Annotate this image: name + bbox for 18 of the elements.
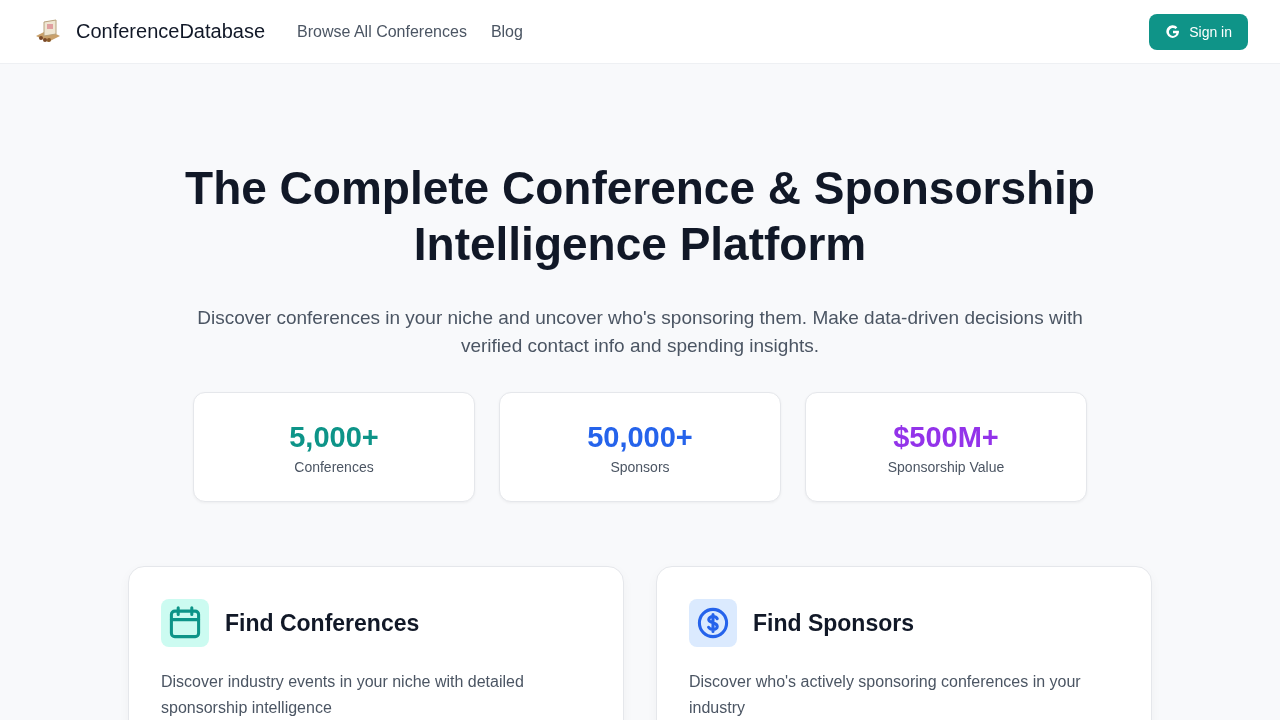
stat-label: Sponsors	[610, 459, 670, 475]
feature-description: Discover who's actively sponsoring conferences in your industry	[689, 672, 1082, 718]
hero-title: The Complete Conference & Sponsorship Intelligence Platform	[184, 161, 1096, 272]
hero-subtitle: Discover conferences in your niche and uncover who's sponsoring them. Make data-driven decisions with verified contact info and spending insights.	[196, 306, 1084, 358]
stat-value: 5,000+	[289, 420, 379, 455]
stat-value: 50,000+	[587, 420, 693, 455]
stat-label: Conferences	[294, 459, 374, 475]
sign-in-button[interactable]: Sign in	[1149, 13, 1248, 50]
stat-value: $500M+	[893, 420, 999, 455]
calendar-icon	[161, 599, 209, 647]
feature-title: Find Sponsors	[753, 609, 914, 637]
nav-link[interactable]: Blog	[490, 22, 523, 41]
brand-link[interactable]: ConferenceDatabase	[76, 20, 265, 43]
google-g-icon	[1165, 23, 1182, 40]
feature-title: Find Conferences	[225, 609, 420, 637]
feature-description: Discover industry events in your niche with detailed sponsorship intelligence	[161, 672, 525, 718]
nav-link[interactable]: Browse All Conferences	[297, 22, 467, 41]
stat-label: Sponsorship Value	[887, 459, 1005, 475]
